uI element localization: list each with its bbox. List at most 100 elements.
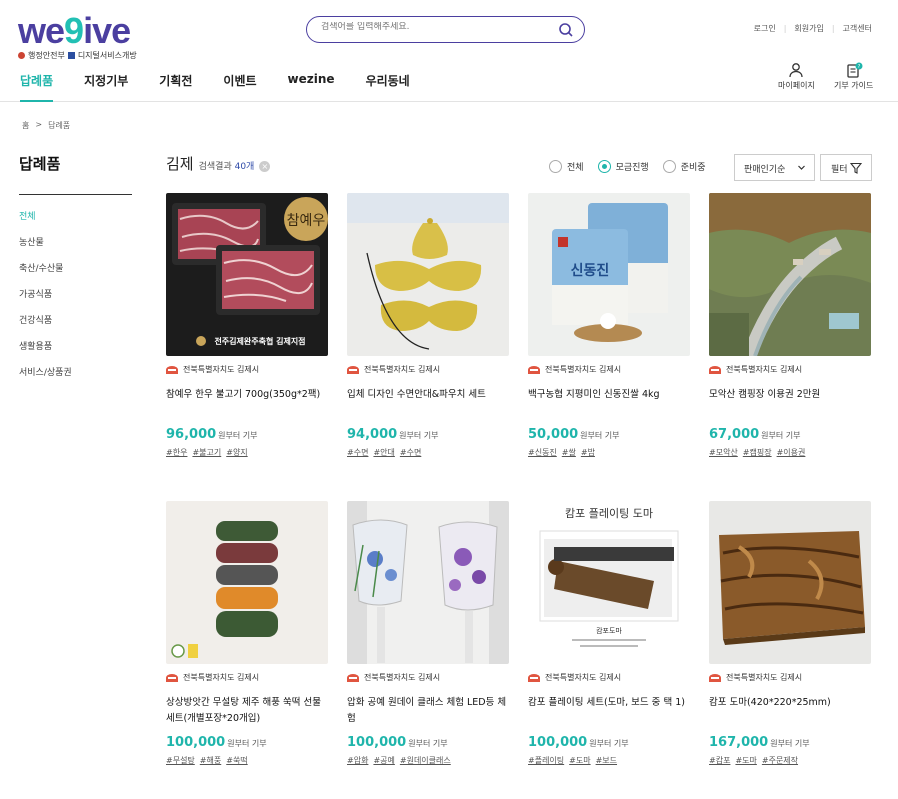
mypage-button[interactable]: 마이페이지 — [778, 62, 815, 91]
tag-link[interactable]: #신동진 — [528, 447, 557, 458]
product-name[interactable]: 캄포 도마(420*220*25mm) — [709, 695, 871, 729]
seller-info: 전북특별자치도 김제시 — [709, 672, 871, 683]
sort-select[interactable]: 판매인기순 — [734, 154, 815, 181]
nav-wezine[interactable]: wezine — [288, 72, 335, 102]
sidebar-item-all[interactable]: 전체 — [19, 209, 72, 235]
sidebar-item-health[interactable]: 건강식품 — [19, 313, 72, 339]
tag-link[interactable]: #캄포 — [709, 755, 730, 766]
product-name[interactable]: 모악산 캠핑장 이용권 2만원 — [709, 387, 871, 421]
product-name[interactable]: 캄포 플레이팅 세트(도마, 보드 중 택 1) — [528, 695, 690, 729]
tag-link[interactable]: #안대 — [373, 447, 394, 458]
tag-link[interactable]: #무설탕 — [166, 755, 195, 766]
product-card[interactable]: 참예우 전주김제완주축협 김제지점 전북특별자치도 김제시 참예우 한우 불고기… — [166, 193, 328, 458]
tag-link[interactable]: #주문제작 — [762, 755, 798, 766]
user-icon — [789, 63, 804, 78]
product-card[interactable]: 전북특별자치도 김제시 상상방앗간 무설탕 제주 해풍 쑥떡 선물세트(개별포장… — [166, 501, 328, 766]
product-tags: #압화 #공예 #원데이클래스 — [347, 755, 509, 766]
sidebar-item-agri[interactable]: 농산물 — [19, 235, 72, 261]
product-card[interactable]: 전북특별자치도 김제시 캄포 도마(420*220*25mm) 167,000 원… — [709, 501, 871, 766]
product-card[interactable]: 전북특별자치도 김제시 입체 디자인 수면안대&파우치 세트 94,000 원부터… — [347, 193, 509, 458]
product-name[interactable]: 입체 디자인 수면안대&파우치 세트 — [347, 387, 509, 421]
tag-link[interactable]: #수면 — [347, 447, 368, 458]
product-name[interactable]: 참예우 한우 불고기 700g(350g*2팩) — [166, 387, 328, 421]
nav-event[interactable]: 이벤트 — [223, 72, 256, 102]
tag-link[interactable]: #원데이클래스 — [400, 755, 451, 766]
product-image[interactable] — [347, 501, 509, 664]
sidebar-item-service[interactable]: 서비스/상품권 — [19, 365, 72, 391]
tag-link[interactable]: #수면 — [400, 447, 421, 458]
seller-info: 전북특별자치도 김제시 — [528, 672, 690, 683]
tag-link[interactable]: #이용권 — [777, 447, 806, 458]
product-name[interactable]: 압화 공예 원데이 클래스 체험 LED등 체험 — [347, 695, 509, 729]
filter-button[interactable]: 필터 — [820, 154, 872, 181]
tag-link[interactable]: #공예 — [373, 755, 394, 766]
product-name[interactable]: 백구농협 지평미인 신동진쌀 4kg — [528, 387, 690, 421]
site-logo[interactable]: we9ive 행정안전부 디지털서비스개방 — [18, 13, 158, 64]
product-name[interactable]: 상상방앗간 무설탕 제주 해풍 쑥떡 선물세트(개별포장*20개입) — [166, 695, 328, 729]
price-value: 100,000 — [347, 735, 407, 750]
divider: | — [783, 24, 787, 33]
nav-designated[interactable]: 지정기부 — [84, 72, 128, 102]
sidebar-item-processed[interactable]: 가공식품 — [19, 287, 72, 313]
product-card[interactable]: 신동진 전북특별자치도 김제시 백구농협 지평미인 신동진쌀 4kg 50,00… — [528, 193, 690, 458]
tag-link[interactable]: #모악산 — [709, 447, 738, 458]
tag-link[interactable]: #보드 — [596, 755, 617, 766]
guide-button[interactable]: ? 기부 가이드 — [834, 62, 873, 91]
filter-all-radio[interactable]: 전체 — [549, 160, 584, 173]
filter-preparing-radio[interactable]: 준비중 — [662, 160, 706, 173]
breadcrumb-home[interactable]: 홈 — [22, 120, 29, 131]
product-card[interactable]: 전북특별자치도 김제시 모악산 캠핑장 이용권 2만원 67,000 원부터 기부… — [709, 193, 871, 458]
tag-link[interactable]: #압화 — [347, 755, 368, 766]
product-image[interactable]: 신동진 — [528, 193, 690, 356]
product-card[interactable]: 전북특별자치도 김제시 압화 공예 원데이 클래스 체험 LED등 체험 100… — [347, 501, 509, 766]
tag-link[interactable]: #양지 — [226, 447, 247, 458]
filter-active-radio[interactable]: 모금진행 — [597, 160, 649, 173]
seller-info: 전북특별자치도 김제시 — [709, 364, 871, 375]
nav-neighborhood[interactable]: 우리동네 — [366, 72, 410, 102]
sidebar-item-livestock[interactable]: 축산/수산물 — [19, 261, 72, 287]
logo-pin: 9 — [64, 10, 84, 51]
product-image[interactable]: 캄포 플레이팅 도마 캄포도마 — [528, 501, 690, 664]
tag-link[interactable]: #쑥떡 — [226, 755, 247, 766]
main-nav: 답례품 지정기부 기획전 이벤트 wezine 우리동네 — [20, 72, 441, 102]
tag-link[interactable]: #플레이팅 — [528, 755, 564, 766]
region-logo-icon — [347, 365, 359, 374]
radio-icon — [549, 160, 562, 173]
filter-all-label: 전체 — [567, 163, 584, 173]
search-input[interactable] — [321, 22, 551, 32]
search-icon[interactable] — [558, 22, 574, 38]
price-unit: 원부터 기부 — [589, 739, 629, 748]
seller-name: 전북특별자치도 김제시 — [545, 673, 622, 682]
nav-exhibition[interactable]: 기획전 — [159, 72, 192, 102]
product-image[interactable] — [709, 193, 871, 356]
tag-link[interactable]: #도마 — [569, 755, 590, 766]
sidebar-divider — [19, 194, 132, 195]
clear-search-icon[interactable]: × — [259, 161, 271, 172]
sidebar-title: 답례품 — [19, 155, 61, 173]
seller-name: 전북특별자치도 김제시 — [183, 365, 260, 374]
support-link[interactable]: 고객센터 — [843, 23, 872, 34]
breadcrumb-current[interactable]: 답례품 — [48, 120, 70, 131]
product-image[interactable] — [709, 501, 871, 664]
nav-gifts[interactable]: 답례품 — [20, 72, 54, 102]
product-price: 100,000 원부터 기부 — [347, 735, 509, 750]
product-image[interactable]: 참예우 전주김제완주축협 김제지점 — [166, 193, 328, 356]
product-image[interactable] — [166, 501, 328, 664]
cutting-board-poster: 캄포 플레이팅 도마 캄포도마 — [528, 501, 690, 664]
signup-link[interactable]: 회원가입 — [794, 23, 823, 34]
product-image[interactable] — [347, 193, 509, 356]
login-link[interactable]: 로그인 — [754, 23, 776, 34]
product-price: 96,000 원부터 기부 — [166, 427, 328, 442]
tag-link[interactable]: #밥 — [581, 447, 595, 458]
tag-link[interactable]: #해풍 — [200, 755, 221, 766]
product-card[interactable]: 캄포 플레이팅 도마 캄포도마 전북특별자치도 김제시 캄포 플레이팅 세트(도… — [528, 501, 690, 766]
sidebar-item-living[interactable]: 생활용품 — [19, 339, 72, 365]
region-logo-icon — [709, 365, 721, 374]
tag-link[interactable]: #쌀 — [562, 447, 576, 458]
result-keyword: 김제 — [166, 155, 194, 173]
tag-link[interactable]: #불고기 — [192, 447, 221, 458]
tag-link[interactable]: #캠핑장 — [743, 447, 772, 458]
tag-link[interactable]: #도마 — [735, 755, 756, 766]
tag-link[interactable]: #한우 — [166, 447, 187, 458]
mypage-label: 마이페이지 — [778, 81, 815, 90]
